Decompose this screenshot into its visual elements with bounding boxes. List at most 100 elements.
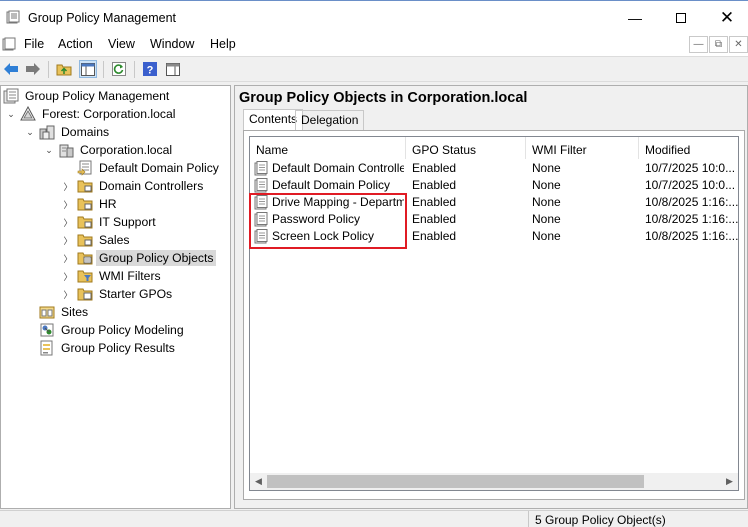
cell-modified: 10/8/2025 1:16:... — [645, 229, 738, 243]
cell-modified: 10/8/2025 1:16:... — [645, 212, 738, 226]
system-menu-icon[interactable] — [2, 37, 16, 51]
status-bar: 5 Group Policy Object(s) — [0, 510, 748, 527]
expand-icon[interactable]: 〉 — [62, 177, 74, 195]
sort-ascending-icon: ⌃ — [324, 136, 332, 143]
tree-item-group-policy-objects[interactable]: 〉 Group Policy Objects — [62, 249, 217, 267]
up-one-level-button[interactable] — [55, 60, 73, 78]
scroll-left-icon[interactable]: ◀ — [250, 473, 267, 490]
menu-help[interactable]: Help — [210, 37, 236, 51]
toolbar: ? — [0, 56, 748, 82]
cell-gpo-status: Enabled — [412, 178, 457, 192]
ou-folder-icon — [77, 216, 93, 229]
tree-label: IT Support — [99, 215, 156, 229]
mdi-buttons: — ⧉ ✕ — [688, 36, 748, 53]
tree-label: WMI Filters — [99, 269, 161, 283]
scrollbar-thumb[interactable] — [267, 475, 644, 488]
console-tree-icon — [81, 62, 95, 76]
forward-button[interactable] — [24, 60, 42, 78]
tree-item-hr[interactable]: 〉 HR — [62, 195, 120, 213]
collapse-icon[interactable]: ⌄ — [24, 123, 36, 141]
highlight-annotation-box — [249, 193, 407, 249]
gpo-list[interactable]: ⌃ Name GPO Status WMI Filter Modified De… — [249, 136, 739, 491]
menu-window[interactable]: Window — [150, 37, 194, 51]
tree-item-gpm-root[interactable]: Group Policy Management — [3, 87, 172, 105]
tree-label: Default Domain Policy — [99, 161, 219, 175]
tree-item-default-domain-policy[interactable]: Default Domain Policy — [77, 159, 222, 177]
close-button[interactable]: ✕ — [704, 1, 748, 34]
tree-item-sites[interactable]: Sites — [39, 303, 91, 321]
scroll-right-icon[interactable]: ▶ — [721, 473, 738, 490]
collapse-icon[interactable]: ⌄ — [5, 105, 17, 123]
tree-item-wmi-filters[interactable]: 〉 WMI Filters — [62, 267, 164, 285]
expand-icon[interactable]: 〉 — [62, 195, 74, 213]
cell-gpo-status: Enabled — [412, 229, 457, 243]
tree-item-domains[interactable]: ⌄ Domains — [24, 123, 112, 141]
tree-label: Domain Controllers — [99, 179, 204, 193]
child-close-button[interactable]: ✕ — [729, 36, 748, 53]
horizontal-scrollbar[interactable]: ◀ ▶ — [250, 473, 738, 490]
maximize-icon — [676, 12, 686, 23]
menu-view[interactable]: View — [108, 37, 135, 51]
tree-item-it-support[interactable]: 〉 IT Support — [62, 213, 159, 231]
cell-wmi-filter: None — [532, 161, 561, 175]
column-header-modified[interactable]: Modified — [639, 137, 738, 159]
cell-modified: 10/7/2025 10:0... — [645, 178, 736, 192]
menu-file[interactable]: File — [24, 37, 44, 51]
gpmc-icon — [3, 88, 19, 104]
results-pane: Group Policy Objects in Corporation.loca… — [234, 85, 748, 509]
forest-icon — [20, 106, 36, 121]
wmi-filter-icon — [77, 270, 93, 283]
column-header-name[interactable]: ⌃ Name — [250, 137, 406, 159]
expand-icon[interactable]: 〉 — [62, 285, 74, 303]
cell-wmi-filter: None — [532, 178, 561, 192]
cell-wmi-filter: None — [532, 212, 561, 226]
show-hide-console-tree-button[interactable] — [79, 60, 97, 78]
tree-label: Forest: Corporation.local — [42, 107, 176, 121]
tree-item-sales[interactable]: 〉 Sales — [62, 231, 133, 249]
cell-modified: 10/7/2025 10:0... — [645, 161, 736, 175]
child-minimize-button[interactable]: — — [689, 36, 708, 53]
refresh-button[interactable] — [110, 60, 128, 78]
toolbar-separator — [48, 61, 49, 78]
close-icon: ✕ — [719, 7, 735, 27]
forward-arrow-icon — [26, 63, 40, 75]
contents-tab-panel: ⌃ Name GPO Status WMI Filter Modified De… — [243, 130, 745, 500]
tree-label: Group Policy Objects — [96, 250, 217, 266]
child-restore-button[interactable]: ⧉ — [709, 36, 728, 53]
cell-gpo-status: Enabled — [412, 195, 457, 209]
expand-icon[interactable]: 〉 — [62, 249, 74, 267]
help-button[interactable]: ? — [141, 60, 159, 78]
show-hide-action-pane-button[interactable] — [164, 60, 182, 78]
tree-item-group-policy-modeling[interactable]: Group Policy Modeling — [39, 321, 187, 339]
maximize-button[interactable] — [658, 1, 704, 34]
tree-label: Sales — [99, 233, 130, 247]
action-pane-icon — [166, 62, 180, 76]
tree-label: Sites — [61, 305, 89, 319]
ou-folder-icon — [77, 198, 93, 211]
tree-item-starter-gpos[interactable]: 〉 Starter GPOs — [62, 285, 175, 303]
toolbar-separator — [103, 61, 104, 78]
back-arrow-icon — [4, 63, 18, 75]
ou-folder-icon — [77, 234, 93, 247]
cell-gpo-status: Enabled — [412, 161, 457, 175]
collapse-icon[interactable]: ⌄ — [43, 141, 55, 159]
tree-item-domain-controllers[interactable]: 〉 Domain Controllers — [62, 177, 206, 195]
expand-icon[interactable]: 〉 — [62, 213, 74, 231]
back-button[interactable] — [2, 60, 20, 78]
status-separator — [528, 511, 529, 527]
menu-action[interactable]: Action — [58, 37, 93, 51]
table-row[interactable]: Default Domain Policy Enabled None 10/7/… — [250, 177, 738, 194]
tree-item-forest[interactable]: ⌄ Forest: Corporation.local — [5, 105, 178, 123]
expand-icon[interactable]: 〉 — [62, 267, 74, 285]
column-header-wmi-filter[interactable]: WMI Filter — [526, 137, 639, 159]
expand-icon[interactable]: 〉 — [62, 231, 74, 249]
minimize-button[interactable]: — — [612, 1, 658, 34]
column-header-gpo-status[interactable]: GPO Status — [406, 137, 526, 159]
modeling-icon — [40, 323, 54, 337]
starter-gpo-folder-icon — [77, 288, 93, 301]
tree-item-group-policy-results[interactable]: Group Policy Results — [39, 339, 178, 357]
tab-delegation[interactable]: Delegation — [295, 110, 365, 130]
tree-item-domain-corporation[interactable]: ⌄ Corporation.local — [43, 141, 175, 159]
results-icon — [40, 340, 53, 356]
table-row[interactable]: Default Domain Controller... Enabled Non… — [250, 160, 738, 177]
